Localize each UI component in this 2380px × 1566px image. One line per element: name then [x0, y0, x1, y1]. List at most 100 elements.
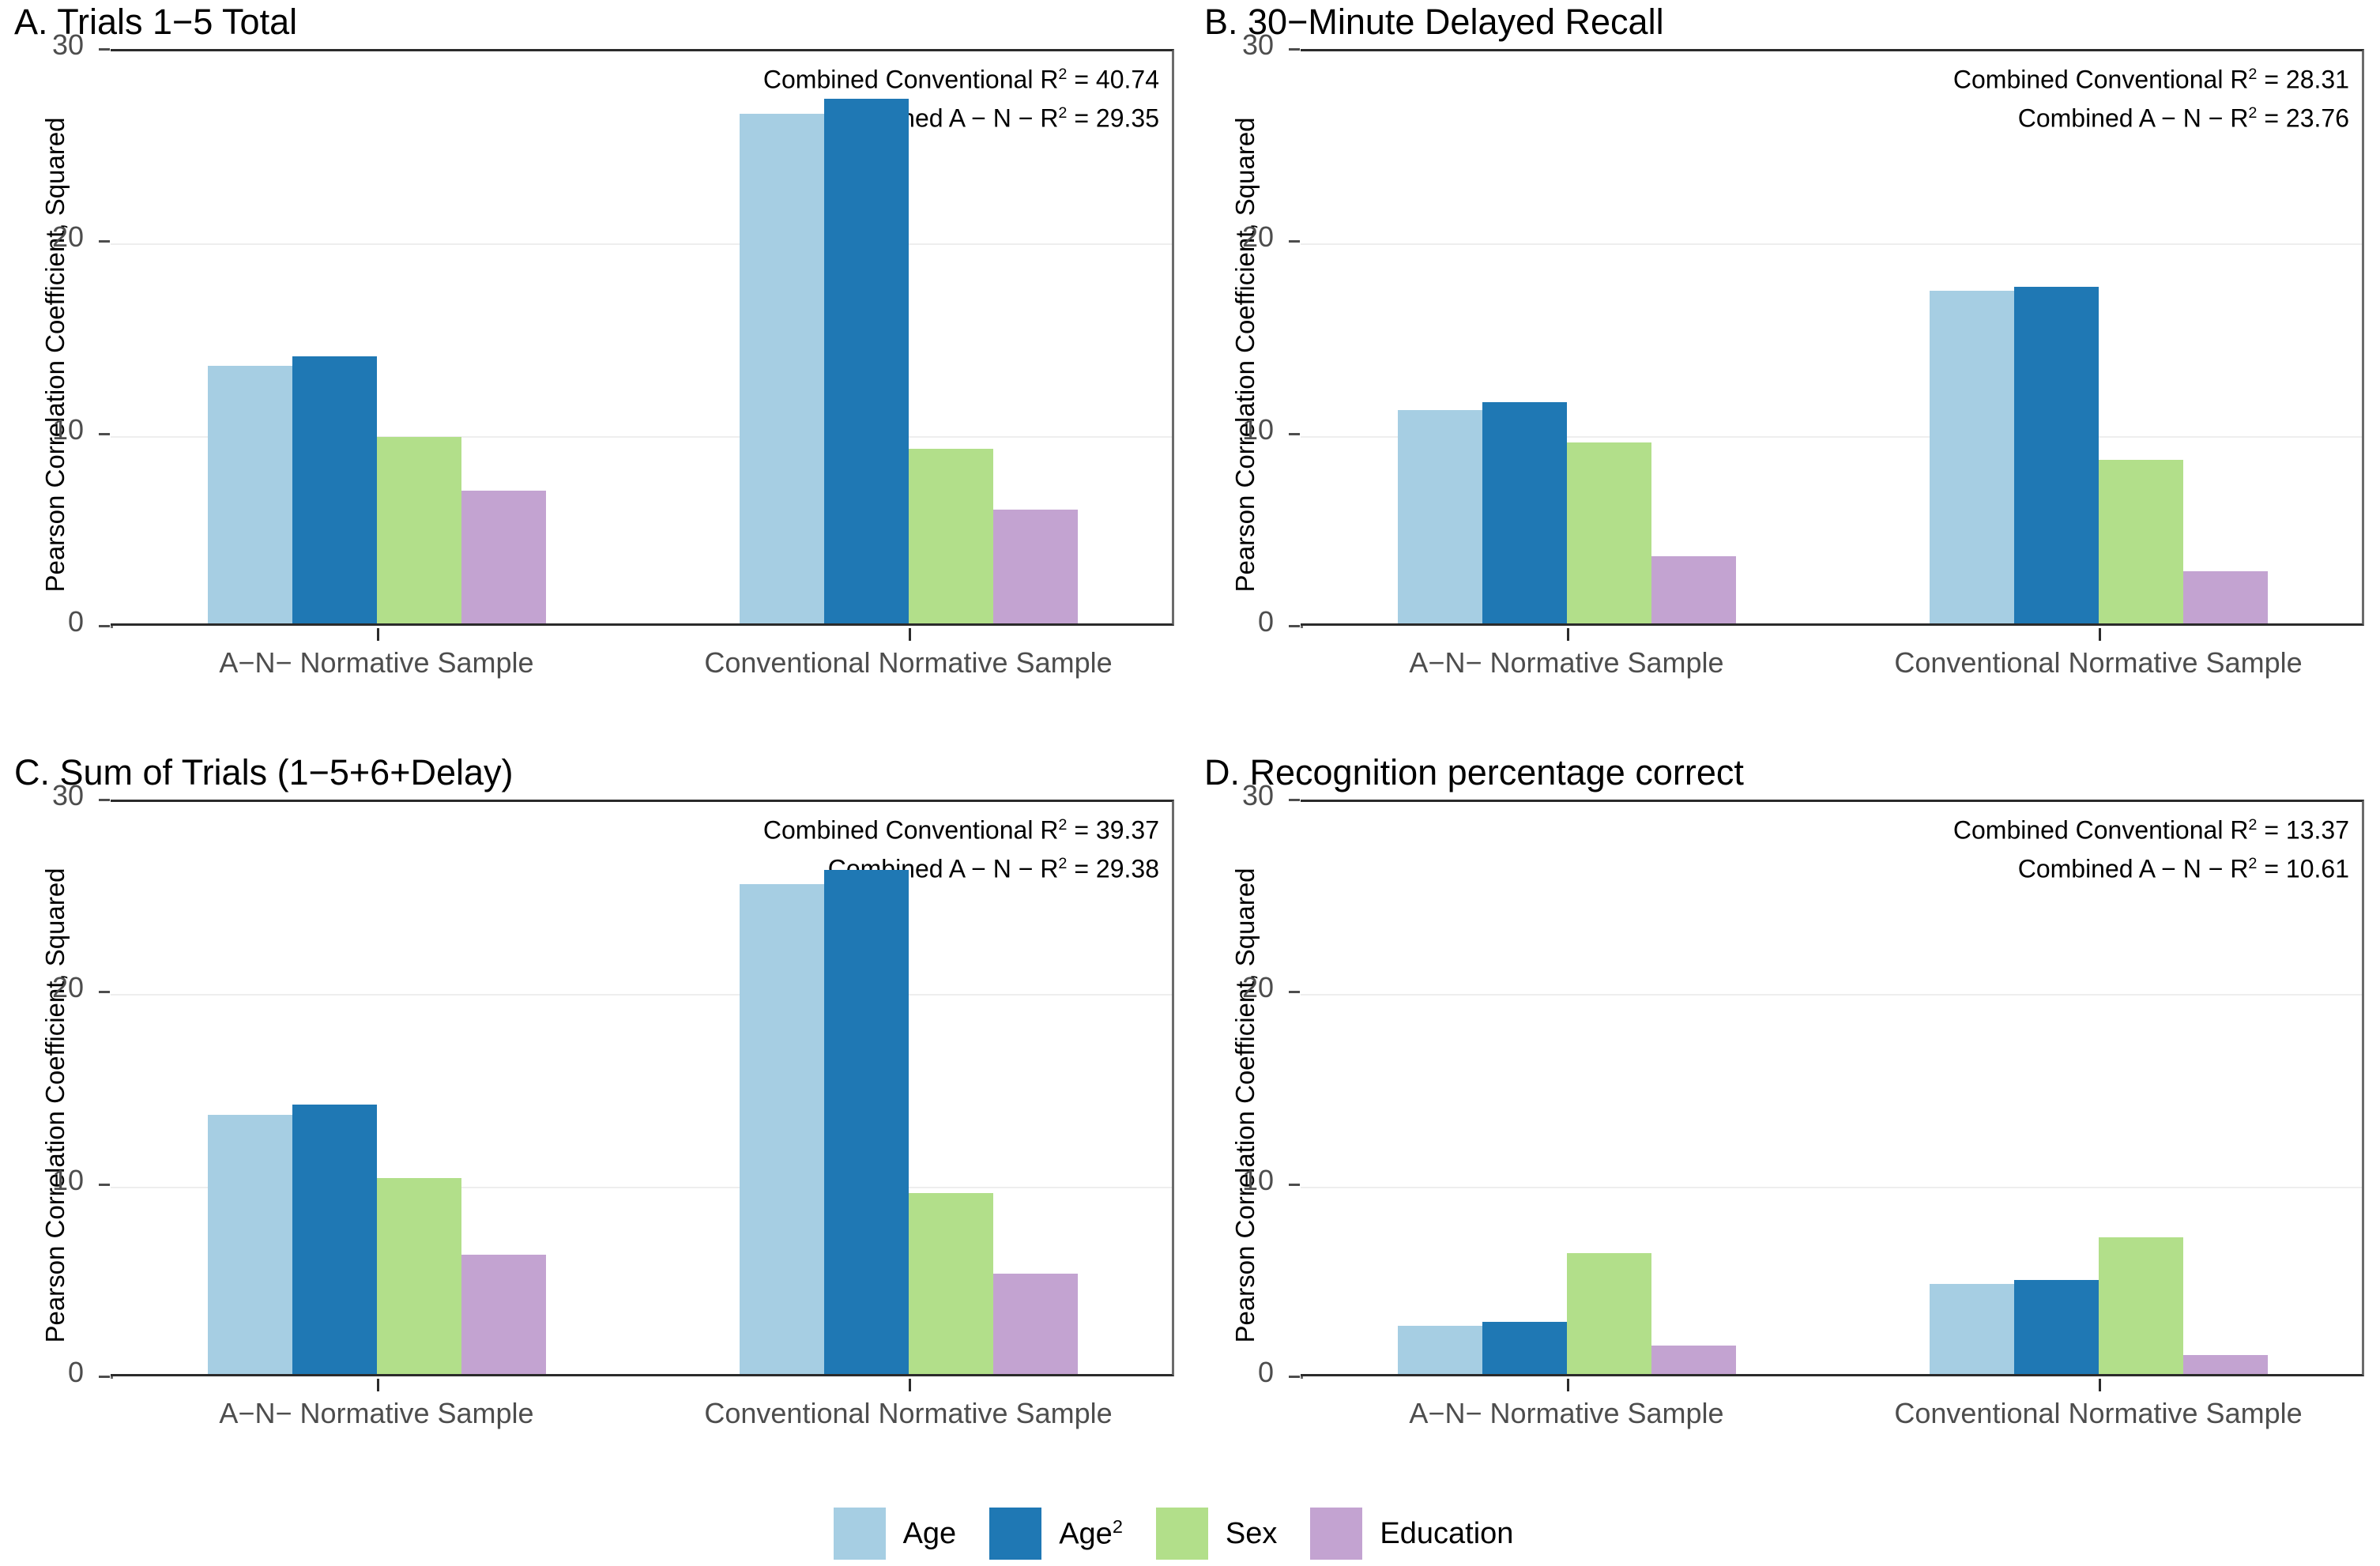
panel-b-annotation: Combined Conventional R2 = 28.31 Combine…: [1953, 58, 2349, 134]
bar: [739, 883, 824, 1374]
bar: [376, 436, 461, 623]
bar: [2182, 571, 2268, 623]
y-tick-label-20: 20: [1241, 220, 1274, 254]
y-tick-mark-20: [99, 991, 110, 994]
y-tick-mark-10: [1289, 1183, 1300, 1186]
y-tick-mark-20: [1289, 240, 1300, 243]
panel-d: D. Recognition percentage correct Pearso…: [1190, 751, 2380, 1501]
y-tick-mark-10: [99, 432, 110, 435]
bar: [292, 1105, 377, 1374]
panel-b-y-axis-label: Pearson Correlation Coefficient, Squared: [1230, 117, 1260, 593]
y-tick-mark-30: [99, 48, 110, 51]
y-tick-label-30: 30: [1241, 779, 1274, 811]
panel-c-annotation: Combined Conventional R2 = 39.37 Combine…: [763, 808, 1159, 885]
panel-c-plot-area: Combined Conventional R2 = 39.37 Combine…: [111, 800, 1174, 1376]
gridline-20: [1301, 994, 2362, 996]
x-tick-label: Conventional Normative Sample: [704, 1397, 1113, 1429]
y-tick-mark-10: [1289, 432, 1300, 435]
y-tick-label-10: 10: [51, 1163, 84, 1196]
panel-a-y-axis-label: Pearson Correlation Coefficient, Squared: [40, 117, 70, 593]
y-tick-mark-0: [99, 625, 110, 627]
bar: [1482, 1322, 1567, 1374]
y-tick-mark-0: [1289, 1376, 1300, 1378]
bar: [1566, 442, 1651, 623]
bar: [1482, 402, 1567, 623]
bar: [1397, 1326, 1482, 1374]
legend-label: Age: [902, 1516, 957, 1550]
bar: [207, 1114, 292, 1374]
bar: [992, 1274, 1078, 1374]
bar: [207, 365, 292, 623]
panel-d-plot-area: Combined Conventional R2 = 13.37 Combine…: [1301, 800, 2364, 1376]
y-tick-label-0: 0: [1257, 1356, 1274, 1388]
gridline-20: [111, 994, 1172, 996]
bar: [292, 356, 377, 623]
legend-swatch-icon: [989, 1508, 1042, 1560]
y-tick-label-20: 20: [51, 220, 84, 254]
x-tick-label: A−N− Normative Sample: [1409, 646, 1724, 679]
gridline-10: [1301, 1186, 2362, 1188]
panel-b-plot-area: Combined Conventional R2 = 28.31 Combine…: [1301, 49, 2364, 626]
legend-item-sex[interactable]: Sex: [1155, 1508, 1310, 1560]
x-tick-mark: [1566, 628, 1569, 641]
y-tick-mark-0: [99, 1376, 110, 1378]
x-tick-label: A−N− Normative Sample: [219, 1397, 534, 1429]
y-tick-label-10: 10: [1241, 1163, 1274, 1196]
panel-c-annotation-line-1: Combined Conventional R2 = 39.37: [763, 815, 1159, 845]
y-tick-mark-0: [1289, 625, 1300, 627]
bar: [1566, 1252, 1651, 1374]
y-tick-mark-20: [99, 240, 110, 243]
x-tick-label: Conventional Normative Sample: [704, 646, 1113, 679]
gridline-20: [1301, 243, 2362, 246]
legend-item-age-squared[interactable]: Age2: [989, 1508, 1156, 1560]
y-tick-label-30: 30: [51, 779, 84, 811]
panel-d-annotation-line-2: Combined A − N − R2 = 10.61: [2017, 854, 2349, 883]
x-tick-label: A−N− Normative Sample: [219, 646, 534, 679]
bar: [2098, 460, 2183, 623]
legend-item-age[interactable]: Age: [833, 1508, 990, 1560]
bar: [2182, 1354, 2268, 1374]
bar: [992, 510, 1078, 623]
legend-swatch-icon: [1310, 1508, 1363, 1560]
y-tick-label-20: 20: [51, 971, 84, 1004]
y-tick-mark-20: [1289, 991, 1300, 994]
y-tick-label-0: 0: [67, 1356, 84, 1388]
bar: [461, 491, 546, 623]
panel-c-annotation-line-2: Combined A − N − R2 = 29.38: [827, 854, 1159, 883]
x-tick-mark: [2098, 1379, 2101, 1391]
legend-label: Age2: [1059, 1515, 1123, 1551]
x-tick-mark: [2098, 628, 2101, 641]
y-tick-label-0: 0: [67, 605, 84, 638]
y-tick-label-30: 30: [51, 28, 84, 61]
panel-a: A. Trials 1−5 Total Pearson Correlation …: [0, 0, 1190, 751]
panel-a-plot-area: Combined Conventional R2 = 40.74 Combine…: [111, 49, 1174, 626]
panel-b-annotation-line-1: Combined Conventional R2 = 28.31: [1953, 65, 2349, 94]
panel-c-title: C. Sum of Trials (1−5+6+Delay): [14, 752, 514, 792]
figure-root: A. Trials 1−5 Total Pearson Correlation …: [0, 0, 2380, 1566]
panel-a-annotation-line-1: Combined Conventional R2 = 40.74: [763, 65, 1159, 94]
panel-b: B. 30−Minute Delayed Recall Pearson Corr…: [1190, 0, 2380, 751]
bar: [1397, 409, 1482, 623]
panel-d-y-axis-label: Pearson Correlation Coefficient, Squared: [1230, 868, 1260, 1343]
legend: Age Age2 Sex Education: [0, 1505, 2380, 1562]
bar: [2013, 1279, 2099, 1374]
bar: [1929, 291, 2014, 623]
legend-item-education[interactable]: Education: [1310, 1508, 1546, 1560]
panel-d-title: D. Recognition percentage correct: [1204, 752, 1744, 792]
gridline-20: [111, 243, 1172, 246]
x-tick-mark: [1566, 1379, 1569, 1391]
x-tick-mark: [908, 1379, 911, 1391]
y-tick-label-10: 10: [1241, 412, 1274, 446]
legend-label: Education: [1380, 1516, 1514, 1550]
legend-swatch-icon: [1155, 1508, 1208, 1560]
x-tick-label: A−N− Normative Sample: [1409, 1397, 1724, 1429]
x-tick-mark: [908, 628, 911, 641]
legend-label: Sex: [1225, 1516, 1278, 1550]
bar: [823, 870, 909, 1374]
bar: [2013, 287, 2099, 623]
panel-d-annotation: Combined Conventional R2 = 13.37 Combine…: [1953, 808, 2349, 885]
bar: [739, 114, 824, 623]
bar: [461, 1255, 546, 1374]
y-tick-label-10: 10: [51, 412, 84, 446]
panel-c-y-axis-label: Pearson Correlation Coefficient, Squared: [40, 868, 70, 1343]
